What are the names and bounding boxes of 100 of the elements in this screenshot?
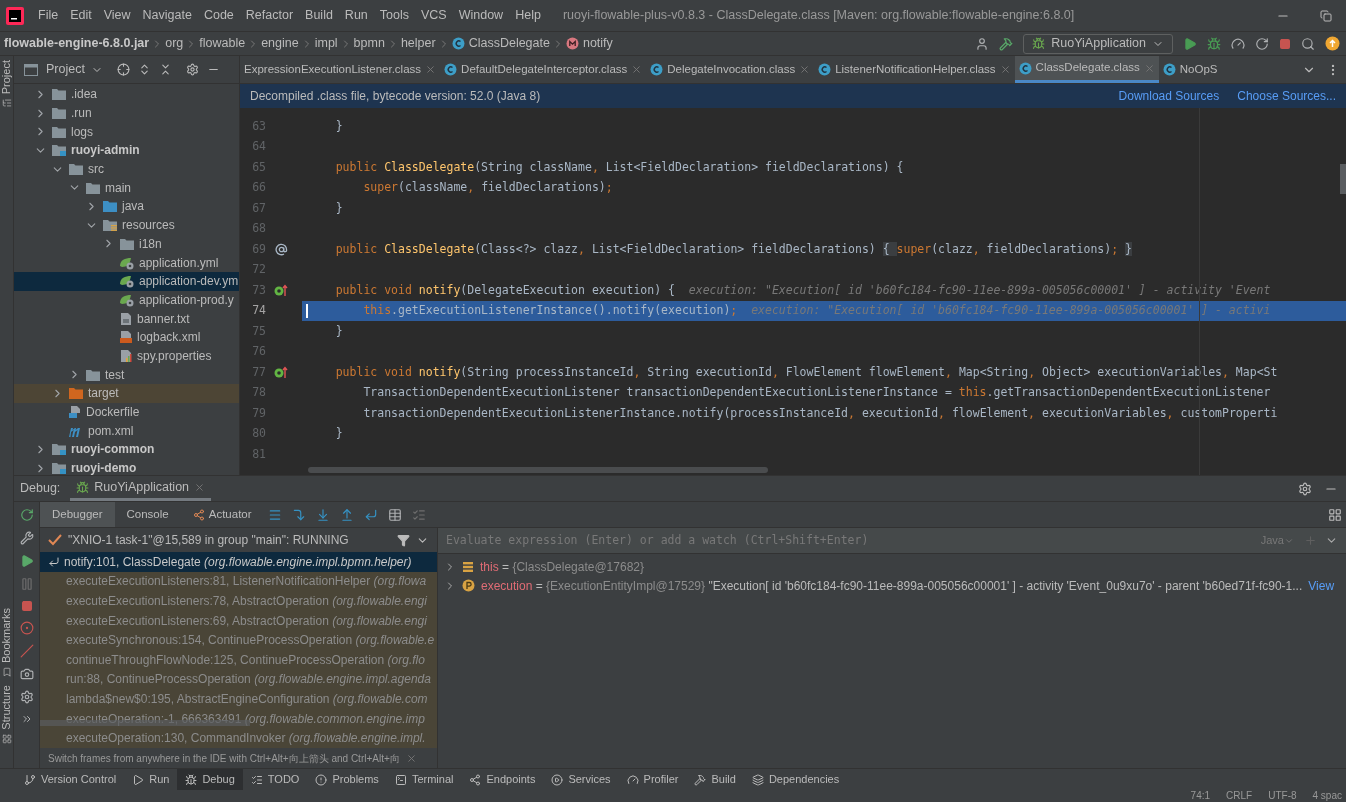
tree-item[interactable]: logback.xml (14, 327, 239, 347)
breadcrumb-item[interactable]: ClassDelegate (451, 34, 550, 53)
tree-item-label: test (105, 366, 125, 384)
tree-item[interactable]: resources (14, 215, 239, 235)
tree-item-label: ruoyi-demo (71, 460, 137, 475)
thread-selector[interactable]: "XNIO-1 task-1"@15,589 in group "main": RUNNING (68, 531, 349, 549)
editor-tab[interactable]: NoOpS (1158, 56, 1222, 83)
stack-frame[interactable]: executeExecutionListeners:78, AbstractOperation (org.flowable.engi (40, 591, 437, 611)
breadcrumb-item[interactable]: helper (400, 34, 436, 53)
tree-item[interactable]: .idea (14, 85, 239, 104)
status-item[interactable]: 4 spac (1312, 790, 1342, 802)
tree-item[interactable]: Dockerfile (14, 402, 239, 422)
tree-item[interactable]: ruoyi-common (14, 440, 239, 459)
tree-item[interactable]: banner.txt (14, 309, 239, 328)
tree-item[interactable]: main (14, 178, 239, 198)
tool-window-tab[interactable]: Terminal (386, 769, 462, 790)
code-line: TransactionDependentExecutionListener transactionDependentExecutionListenerInstance = this.getTransactionDependentExecutionListener (362, 384, 1271, 402)
tree-item[interactable]: application.yml (14, 253, 239, 272)
tool-window-tab[interactable]: Profiler (618, 769, 687, 790)
stack-frame[interactable]: lambda$new$0:195, AbstractEngineConfiguration (org.flowable.com (40, 689, 437, 709)
tree-item[interactable]: .run (14, 103, 239, 123)
panel-tab[interactable]: Debugger (40, 502, 115, 527)
breadcrumb-item[interactable]: impl (314, 34, 338, 53)
editor-tab[interactable]: ListenerNotificationHelper.class (814, 56, 1015, 83)
line-number: 64 (251, 138, 266, 156)
tool-window-tab[interactable]: TODO (242, 769, 308, 790)
status-item[interactable]: 74:1 (1190, 790, 1211, 802)
side-tab[interactable]: Bookmarks (0, 604, 13, 682)
breadcrumb-item[interactable]: notify (565, 34, 613, 53)
tool-window-tab[interactable]: Dependencies (743, 769, 848, 790)
menu-item[interactable]: Tools (373, 6, 415, 25)
tree-item[interactable]: src (14, 159, 239, 179)
run-configuration-dropdown[interactable]: RuoYiApplication (1023, 33, 1173, 54)
tree-item[interactable]: application-dev.ym (14, 271, 239, 291)
tree-item[interactable]: pom.xml (14, 421, 239, 441)
menu-item[interactable]: Build (299, 6, 339, 25)
menu-item[interactable]: View (97, 6, 137, 25)
menu-item[interactable]: Window (452, 6, 510, 25)
panel-tab[interactable]: Console (114, 502, 181, 527)
stack-frame[interactable]: executeExecutionListeners:69, AbstractOperation (org.flowable.engi (40, 610, 437, 631)
variable-row[interactable]: this = {ClassDelegate@17682} (438, 557, 1346, 576)
breadcrumb-item[interactable]: engine (261, 34, 299, 53)
editor-tab[interactable]: ExpressionExecutionListener.class (240, 56, 441, 83)
tool-window-tab[interactable]: Run (124, 769, 178, 790)
menu-item[interactable]: Code (197, 6, 240, 25)
menu-item[interactable]: VCS (415, 6, 453, 25)
tool-window-tab[interactable]: Version Control (16, 769, 125, 790)
panel-tab[interactable]: Actuator (180, 502, 264, 527)
variable-row[interactable]: execution = {ExecutionEntityImpl@17529} "Execution[ id 'b60fc184-fc90-11ee-899a-005056c00001' ] - activity 'Event_0u9xu7o' - parent 'b60ed71f-fc90-1... View (438, 576, 1346, 595)
editor-tab[interactable]: ClassDelegate.class (1014, 56, 1159, 83)
tree-item[interactable]: target (14, 384, 239, 403)
menu-item[interactable]: File (32, 6, 65, 25)
tree-item[interactable]: ruoyi-demo (14, 458, 239, 475)
menu-item[interactable]: Navigate (136, 6, 198, 25)
editor-tab[interactable]: DelegateInvocation.class (646, 56, 815, 83)
side-tab[interactable]: Project (0, 56, 13, 113)
stack-frame[interactable]: notify:101, ClassDelegate (org.flowable.engine.impl.bpmn.helper) (40, 552, 437, 572)
tool-window-tab[interactable]: Build (686, 769, 744, 790)
tree-item[interactable]: ruoyi-admin (14, 141, 239, 160)
breadcrumb-item[interactable]: bpmn (353, 34, 385, 53)
code-line: public ClassDelegate(Class<?> clazz, List<FieldDeclaration> fieldDeclarations) { super(clazz, fieldDeclarations); } (334, 240, 1132, 258)
stack-frame[interactable]: executeExecutionListeners:81, ListenerNotificationHelper (org.flowa (40, 571, 437, 592)
banner-link[interactable]: Download Sources (1118, 87, 1220, 105)
tree-item-label: application.yml (139, 254, 219, 272)
breadcrumb-item[interactable]: flowable (199, 34, 246, 53)
editor-tab[interactable]: DefaultDelegateInterceptor.class (440, 56, 647, 83)
stack-frame[interactable]: continueThroughFlowNode:125, ContinueProcessOperation (org.flo (40, 649, 437, 670)
line-number: 74 (251, 302, 266, 320)
tree-item[interactable]: test (14, 365, 239, 384)
view-link[interactable]: View (1308, 576, 1335, 595)
tree-item[interactable]: java (14, 197, 239, 216)
tree-item[interactable]: logs (14, 122, 239, 142)
menu-item[interactable]: Run (338, 6, 374, 25)
status-item[interactable]: CRLF (1226, 790, 1253, 802)
tree-item-label: logback.xml (137, 329, 201, 347)
status-item[interactable]: UTF-8 (1268, 790, 1297, 802)
breadcrumb-item[interactable]: org (165, 34, 184, 53)
stack-frame[interactable]: run:88, ContinueProcessOperation (org.flowable.engine.impl.agenda (40, 669, 437, 690)
menu-item[interactable]: Refactor (239, 6, 300, 25)
tool-window-tab[interactable]: Debug (177, 769, 243, 790)
stack-frame[interactable]: executeOperation:130, CommandInvoker (org.flowable.engine.impl. (40, 728, 437, 748)
tree-item[interactable]: i18n (14, 234, 239, 254)
tree-item-label: main (105, 179, 131, 197)
menu-item[interactable]: Edit (64, 6, 98, 25)
code-line: super(className, fieldDeclarations); (362, 179, 613, 197)
tool-window-tab[interactable]: Problems (307, 769, 387, 790)
menu-item[interactable]: Help (509, 6, 547, 25)
stack-frame[interactable]: executeSynchronous:154, ContinueProcessOperation (org.flowable.e (40, 630, 437, 650)
tree-item-label: ruoyi-admin (71, 142, 140, 160)
side-tab[interactable]: Structure (0, 681, 13, 748)
tool-window-tab[interactable]: Services (543, 769, 619, 790)
tree-item[interactable]: application-prod.y (14, 290, 239, 310)
code-line: this.getExecutionListenerInstance().notify(execution); execution: "Execution[ id 'b60fc184-fc90-11ee-899a-005056c00001' ] - activi (362, 302, 1271, 320)
breadcrumb-item[interactable]: flowable-engine-6.8.0.jar (4, 34, 150, 53)
tree-item-label: application-dev.ym (139, 273, 239, 291)
panel-title[interactable]: Project (46, 60, 85, 79)
tree-item-label: pom.xml (88, 422, 134, 440)
banner-link[interactable]: Choose Sources... (1237, 87, 1336, 105)
tool-window-tab[interactable]: Endpoints (461, 769, 544, 790)
tree-item[interactable]: spy.properties (14, 346, 239, 366)
